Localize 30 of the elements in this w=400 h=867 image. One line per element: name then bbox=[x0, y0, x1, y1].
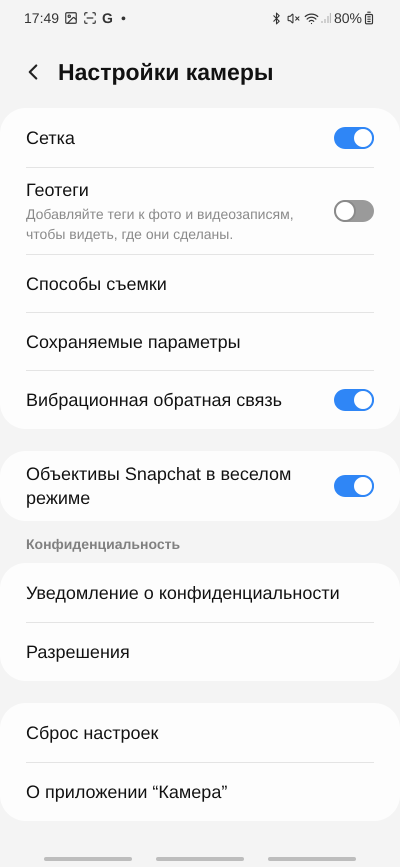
setting-title[interactable]: Объективы Snapchat в веселом режиме bbox=[26, 462, 318, 510]
nav-recent-handle[interactable] bbox=[44, 856, 132, 860]
status-time: 17:49 bbox=[24, 8, 60, 28]
toggle-switch[interactable] bbox=[334, 200, 374, 222]
screenshot-icon bbox=[83, 11, 98, 25]
app-letter: G bbox=[102, 8, 113, 28]
setting-title[interactable]: Уведомление о конфиденциальности bbox=[26, 581, 374, 605]
toggle-switch[interactable] bbox=[334, 388, 374, 410]
setting-title[interactable]: О приложении “Камера” bbox=[26, 780, 374, 804]
setting-title[interactable]: Сброс настроек bbox=[26, 721, 374, 745]
setting-title[interactable]: Сетка bbox=[26, 126, 318, 150]
battery-icon bbox=[362, 11, 376, 25]
setting-title[interactable]: Разрешения bbox=[26, 640, 374, 664]
setting-title[interactable]: Способы съемки bbox=[26, 272, 374, 296]
setting-title[interactable]: Геотеги bbox=[26, 178, 318, 202]
setting-title[interactable]: Вибрационная обратная связь bbox=[26, 388, 318, 412]
page-title: Настройки камеры bbox=[58, 58, 274, 87]
mute-icon bbox=[286, 12, 300, 24]
wifi-icon bbox=[304, 10, 319, 26]
setting-description: Добавляйте теги к фото и видеозаписям, чтобы видеть, где они сделаны. bbox=[26, 205, 295, 244]
nav-home-handle[interactable] bbox=[156, 856, 244, 860]
section-header: Конфиденциальность bbox=[26, 536, 180, 552]
nav-back-handle[interactable] bbox=[268, 856, 356, 860]
notification-dot: • bbox=[120, 8, 126, 28]
signal-icon bbox=[320, 12, 331, 24]
toggle-switch[interactable] bbox=[334, 127, 374, 149]
toggle-switch[interactable] bbox=[334, 475, 374, 497]
battery-percent: 80% bbox=[334, 8, 362, 28]
setting-title[interactable]: Сохраняемые параметры bbox=[26, 330, 374, 354]
gallery-icon bbox=[64, 11, 78, 25]
